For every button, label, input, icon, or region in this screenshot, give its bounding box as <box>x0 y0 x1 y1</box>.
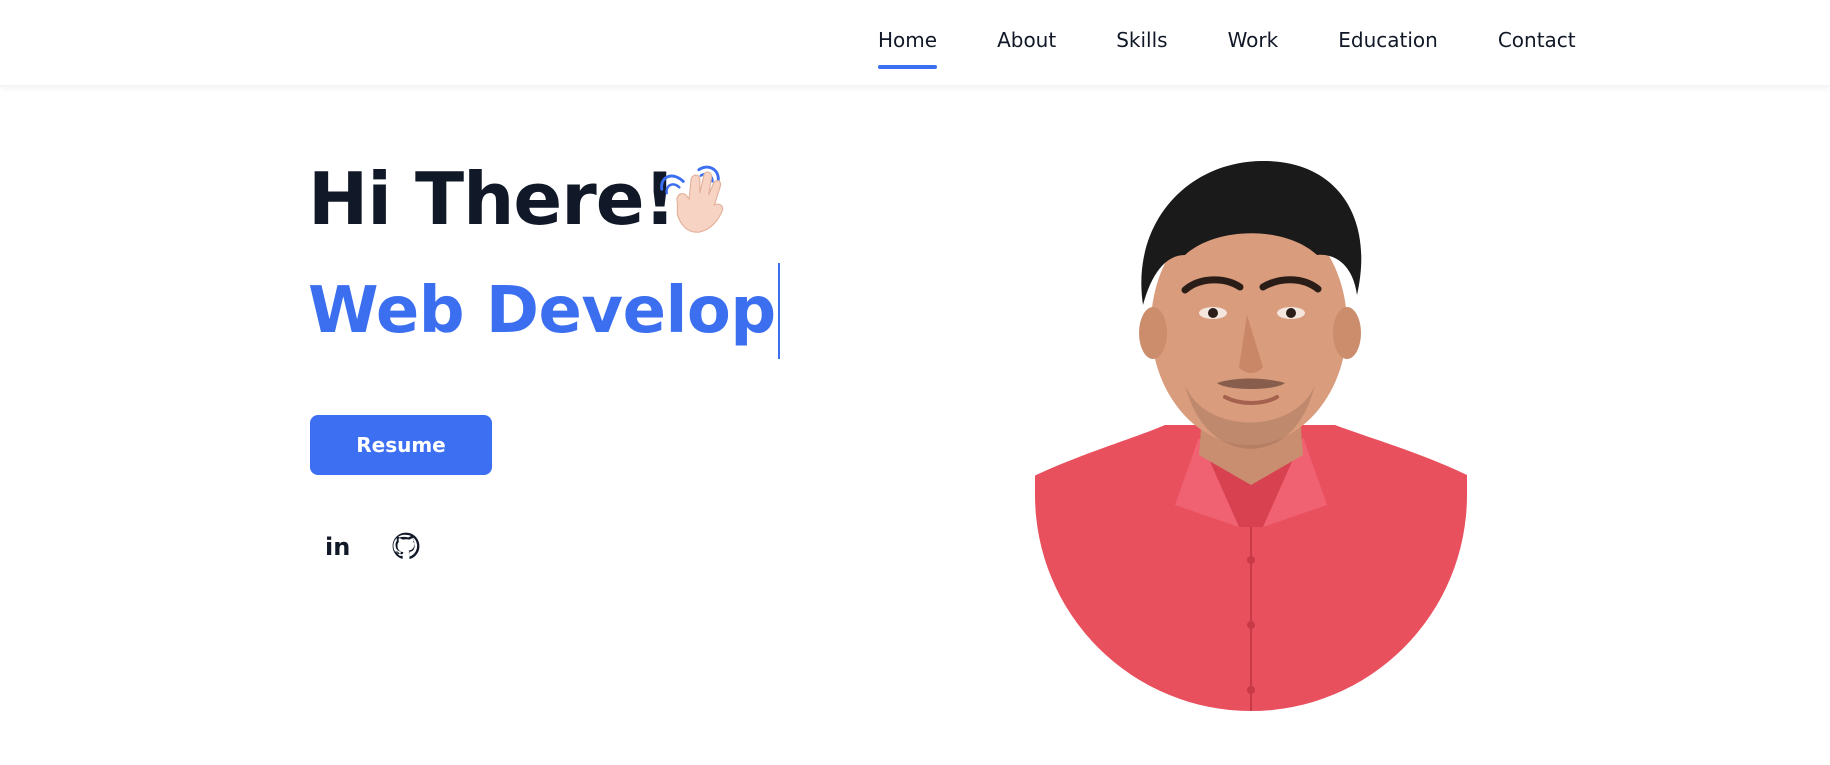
nav-item-skills[interactable]: Skills <box>1116 0 1167 72</box>
resume-button[interactable]: Resume <box>310 415 492 475</box>
linkedin-icon: in <box>325 533 350 560</box>
nav-item-about[interactable]: About <box>997 0 1056 72</box>
linkedin-glyph: in <box>325 533 350 560</box>
hero-greeting: Hi There! <box>308 157 676 241</box>
nav-item-home[interactable]: Home <box>878 0 938 72</box>
profile-photo <box>1035 160 1467 711</box>
github-link[interactable] <box>388 528 424 564</box>
main-nav: Home About Skills Work Education Contact <box>878 0 1576 86</box>
nav-item-contact[interactable]: Contact <box>1498 0 1576 72</box>
typed-role-line: Web Develop <box>308 263 780 359</box>
site-header: Home About Skills Work Education Contact <box>0 0 1830 86</box>
nav-item-work[interactable]: Work <box>1228 0 1279 72</box>
github-icon <box>392 532 420 559</box>
social-links: in <box>318 528 424 564</box>
nav-item-education[interactable]: Education <box>1338 0 1438 72</box>
waving-hand-icon <box>660 165 724 233</box>
linkedin-link[interactable]: in <box>318 528 354 564</box>
typing-caret <box>777 263 780 359</box>
typed-role-text: Web Develop <box>308 274 776 348</box>
